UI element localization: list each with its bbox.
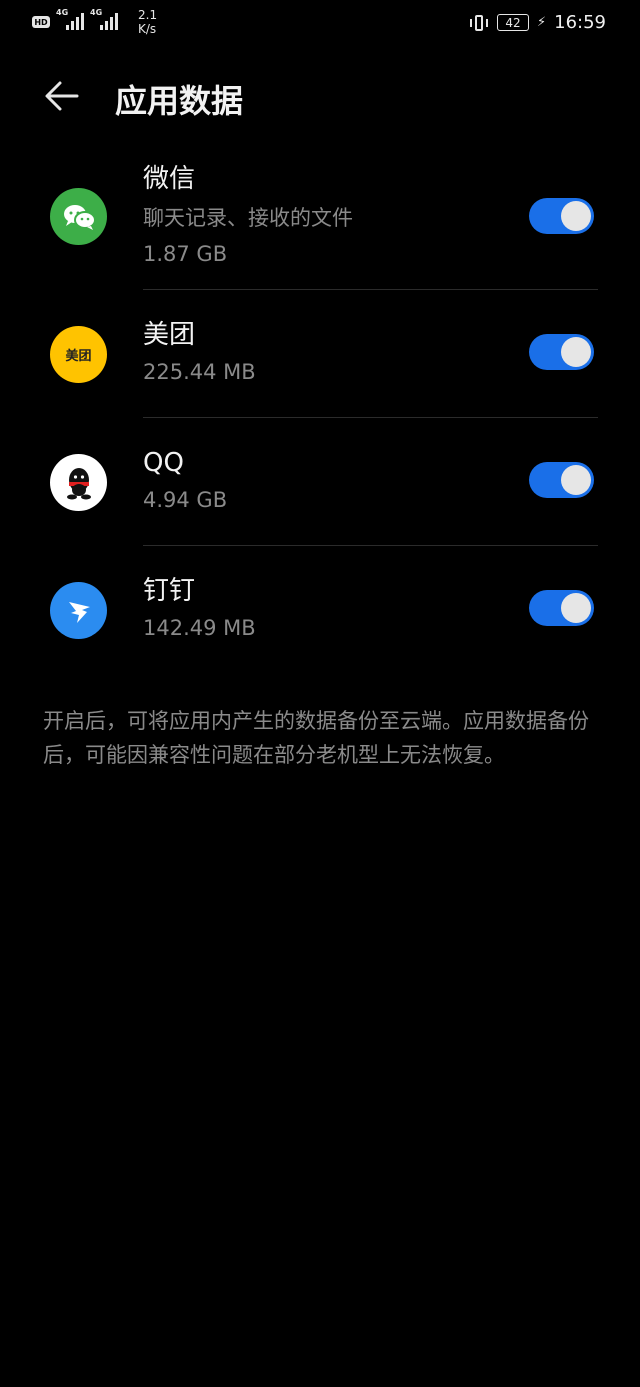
charging-icon: ⚡ xyxy=(536,15,547,30)
meituan-toggle[interactable] xyxy=(529,334,594,370)
hd-voice-icon: HD xyxy=(32,16,50,28)
app-size: 4.94 GB xyxy=(143,488,228,512)
dingtalk-icon xyxy=(50,582,107,639)
wechat-toggle[interactable] xyxy=(529,198,594,234)
app-size: 1.87 GB xyxy=(143,242,228,266)
meituan-icon: 美团 xyxy=(50,326,107,383)
qq-icon xyxy=(50,454,107,511)
list-item-dingtalk: 钉钉 142.49 MB xyxy=(0,546,640,674)
page-title: 应用数据 xyxy=(115,82,244,120)
qq-toggle[interactable] xyxy=(529,462,594,498)
app-name: 美团 xyxy=(143,320,196,350)
back-button[interactable] xyxy=(44,78,80,114)
app-bar: 应用数据 xyxy=(0,68,640,124)
app-name: 钉钉 xyxy=(143,576,196,606)
status-bar: HD 4G 4G 2.1 K/s 42 ⚡ 16:59 xyxy=(0,0,640,44)
wechat-texts: 微信 聊天记录、接收的文件 1.87 GB xyxy=(143,162,353,270)
list-item-meituan: 美团 美团 225.44 MB xyxy=(0,290,640,418)
clock: 16:59 xyxy=(554,12,606,33)
list-item-qq: QQ 4.94 GB xyxy=(0,418,640,546)
backup-explanation: 开启后，可将应用内产生的数据备份至云端。应用数据备份后，可能因兼容性问题在部分老… xyxy=(43,709,589,767)
app-description: 聊天记录、接收的文件 xyxy=(143,206,353,230)
app-name: 微信 xyxy=(143,164,196,194)
signal-2-icon: 4G xyxy=(90,8,118,30)
app-list: 微信 聊天记录、接收的文件 1.87 GB 美团 美团 225.44 MB QQ… xyxy=(0,146,640,674)
wechat-icon xyxy=(50,188,107,245)
app-name: QQ xyxy=(143,448,184,478)
app-size: 142.49 MB xyxy=(143,616,256,640)
vibrate-icon xyxy=(469,14,489,32)
back-arrow-icon xyxy=(45,81,79,111)
list-item-wechat: 微信 聊天记录、接收的文件 1.87 GB xyxy=(0,146,640,290)
signal-1-icon: 4G xyxy=(56,8,84,30)
status-right: 42 ⚡ 16:59 xyxy=(469,12,606,33)
toggle-knob xyxy=(561,337,591,367)
dingtalk-texts: 钉钉 142.49 MB xyxy=(143,574,256,644)
meituan-texts: 美团 225.44 MB xyxy=(143,318,256,388)
toggle-knob xyxy=(561,465,591,495)
qq-texts: QQ 4.94 GB xyxy=(143,446,227,516)
toggle-knob xyxy=(561,593,591,623)
status-left: HD 4G 4G 2.1 K/s xyxy=(32,8,157,36)
app-size: 225.44 MB xyxy=(143,360,256,384)
battery-icon: 42 xyxy=(496,14,529,31)
dingtalk-toggle[interactable] xyxy=(529,590,594,626)
network-speed: 2.1 K/s xyxy=(138,8,158,36)
toggle-knob xyxy=(561,201,591,231)
